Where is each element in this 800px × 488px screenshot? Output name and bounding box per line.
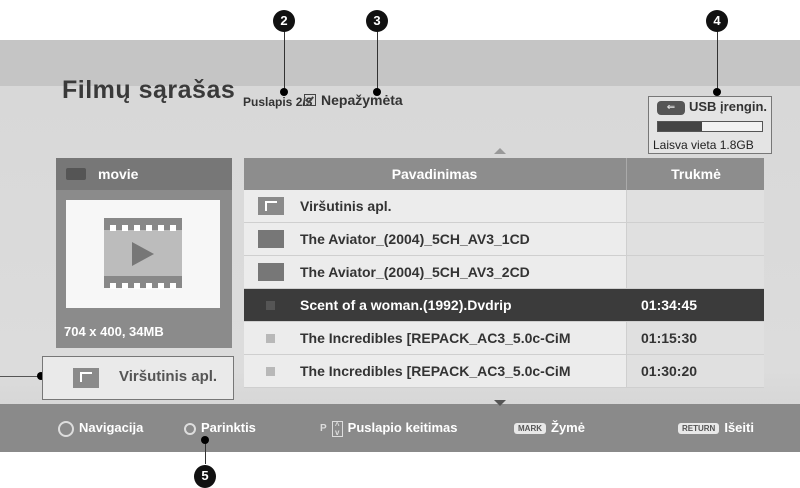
- item-duration: [626, 223, 764, 255]
- unmarked-toggle[interactable]: Nepažymėta: [304, 92, 403, 108]
- mark-label: Žymė: [551, 420, 585, 435]
- page-title: Filmų sąrašas: [62, 76, 236, 104]
- play-icon: [132, 242, 154, 266]
- list-item[interactable]: The Aviator_(2004)_5CH_AV3_1CD: [244, 223, 764, 256]
- item-duration: [626, 190, 764, 222]
- list-header: Pavadinimas Trukmė: [244, 158, 764, 190]
- return-key-icon: RETURN: [678, 423, 720, 435]
- item-duration: 01:15:30: [626, 322, 764, 354]
- callout-dot-5: [201, 436, 209, 444]
- column-header-name: Pavadinimas: [391, 166, 478, 182]
- usb-label: USB įrengin.: [689, 99, 768, 114]
- scroll-down-icon[interactable]: [494, 400, 506, 406]
- usb-space-fill: [658, 122, 702, 131]
- file-icon: [266, 367, 275, 376]
- callout-dot-2: [280, 88, 288, 96]
- file-list: Pavadinimas Trukmė Viršutinis apl. The A…: [244, 158, 764, 388]
- scroll-up-icon[interactable]: [494, 148, 506, 154]
- up-folder-icon: [258, 197, 284, 215]
- list-item[interactable]: Viršutinis apl.: [244, 190, 764, 223]
- callout-4: 4: [706, 10, 728, 32]
- page-change-label: Puslapio keitimas: [347, 420, 458, 435]
- file-icon: [266, 334, 275, 343]
- unmarked-label: Nepažymėta: [321, 92, 403, 108]
- item-duration: 01:34:45: [626, 289, 764, 321]
- parent-folder-label: Viršutinis apl.: [119, 368, 218, 385]
- film-strip-top: [104, 218, 182, 231]
- file-icon: [266, 301, 275, 310]
- callout-dot-3: [373, 88, 381, 96]
- callout-2: 2: [273, 10, 295, 32]
- item-name: The Incredibles [REPACK_AC3_5.0c-CiM: [300, 330, 571, 346]
- movie-thumbnail: [66, 200, 220, 308]
- folder-icon: [258, 263, 284, 281]
- item-name: The Aviator_(2004)_5CH_AV3_1CD: [300, 231, 530, 247]
- list-item[interactable]: The Incredibles [REPACK_AC3_5.0c-CiM 01:…: [244, 355, 764, 388]
- ok-button-icon: [184, 422, 196, 435]
- usb-space-bar: [657, 121, 763, 132]
- callout-5: 5: [194, 465, 216, 488]
- help-navigation: Navigacija: [58, 420, 143, 437]
- navigation-icon: [58, 420, 74, 437]
- callout-line-3: [377, 30, 378, 90]
- help-exit: RETURN Išeiti: [678, 420, 754, 435]
- film-strip-bottom: [104, 276, 182, 289]
- mark-key-icon: MARK: [514, 423, 546, 435]
- navigation-label: Navigacija: [79, 420, 144, 435]
- folder-preview-panel: movie 704 x 400, 34MB: [56, 158, 232, 348]
- p-key-icon: P: [320, 423, 327, 435]
- item-duration: [626, 256, 764, 288]
- current-folder-name: movie: [98, 166, 139, 182]
- usb-device-status: ⇐ USB įrengin. Laisva vieta 1.8GB: [648, 96, 772, 154]
- help-options: Parinktis: [184, 420, 256, 435]
- folder-icon: [258, 230, 284, 248]
- usb-icon: ⇐: [657, 101, 685, 115]
- parent-folder-button[interactable]: Viršutinis apl.: [42, 356, 234, 400]
- exit-label: Išeiti: [724, 420, 754, 435]
- callout-line-4: [717, 30, 718, 92]
- help-mark: MARK Žymė: [514, 420, 585, 435]
- callout-dot-4: [713, 88, 721, 96]
- options-label: Parinktis: [201, 420, 256, 435]
- folder-header: movie: [56, 158, 232, 190]
- item-name: Viršutinis apl.: [300, 198, 392, 214]
- list-item[interactable]: The Aviator_(2004)_5CH_AV3_2CD: [244, 256, 764, 289]
- page-arrows-icon: ^ v: [331, 420, 343, 437]
- list-item-selected[interactable]: Scent of a woman.(1992).Dvdrip 01:34:45: [244, 289, 764, 322]
- column-header-duration: Trukmė: [626, 158, 765, 190]
- checkbox-icon: [304, 94, 316, 106]
- help-page-change: P ^ v Puslapio keitimas: [320, 420, 458, 437]
- callout-line-2: [284, 30, 285, 90]
- film-icon: [104, 218, 182, 289]
- callout-3: 3: [366, 10, 388, 32]
- callout-line-1: [0, 376, 40, 377]
- item-name: Scent of a woman.(1992).Dvdrip: [300, 297, 512, 313]
- thumbnail-info: 704 x 400, 34MB: [64, 324, 164, 339]
- page-indicator: Puslapis 2/3: [243, 95, 313, 109]
- up-folder-icon: [73, 368, 99, 388]
- item-duration: 01:30:20: [626, 355, 764, 387]
- folder-icon: [66, 168, 86, 180]
- usb-free-space: Laisva vieta 1.8GB: [653, 138, 754, 152]
- item-name: The Incredibles [REPACK_AC3_5.0c-CiM: [300, 363, 571, 379]
- item-name: The Aviator_(2004)_5CH_AV3_2CD: [300, 264, 530, 280]
- list-item[interactable]: The Incredibles [REPACK_AC3_5.0c-CiM 01:…: [244, 322, 764, 355]
